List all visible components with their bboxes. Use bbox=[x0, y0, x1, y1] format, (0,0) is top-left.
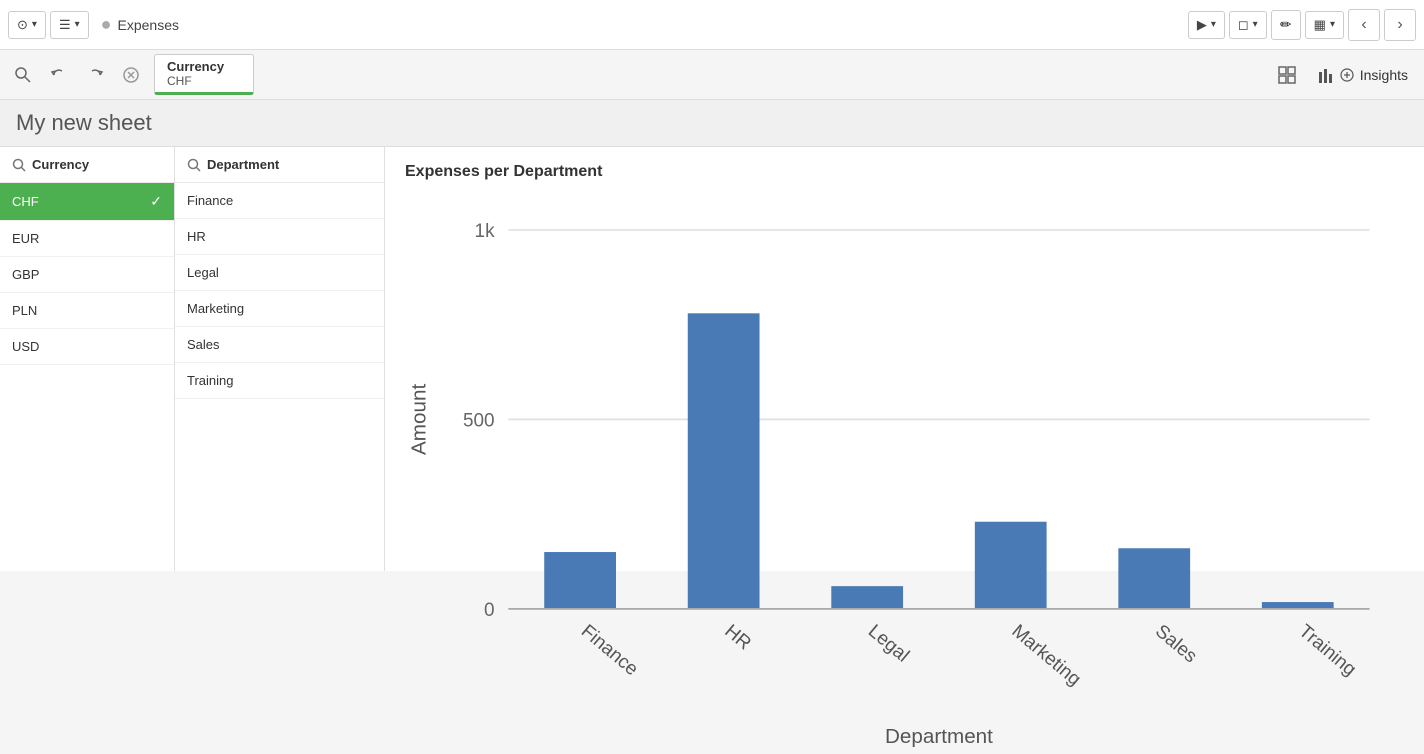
currency-list: CHF ✓ EUR GBP PLN USD bbox=[0, 183, 174, 365]
present-icon: ▶ bbox=[1197, 17, 1207, 33]
filter-bar: Currency CHF Insights bbox=[0, 50, 1424, 100]
department-list-item[interactable]: Finance bbox=[175, 183, 384, 219]
currency-value: EUR bbox=[12, 231, 39, 246]
app-title: Expenses bbox=[118, 17, 179, 33]
currency-list-item[interactable]: PLN bbox=[0, 293, 174, 329]
department-value: Finance bbox=[187, 193, 233, 208]
svg-text:Marketing: Marketing bbox=[1008, 621, 1085, 691]
dropdown-arrow: ▾ bbox=[1211, 19, 1216, 30]
department-list-item[interactable]: HR bbox=[175, 219, 384, 255]
filter-bar-right: Insights bbox=[1272, 60, 1416, 90]
svg-text:Department: Department bbox=[885, 725, 993, 748]
main-content: Currency CHF ✓ EUR GBP PLN USD Department Fin… bbox=[0, 147, 1424, 571]
dropdown-arrow: ▾ bbox=[1253, 19, 1258, 30]
svg-text:HR: HR bbox=[720, 621, 754, 655]
globe-dropdown-btn[interactable]: ⊙ ▾ bbox=[8, 11, 46, 39]
search-icon bbox=[187, 158, 201, 172]
filter-redo-icon[interactable] bbox=[80, 60, 110, 90]
currency-list-item[interactable]: GBP bbox=[0, 257, 174, 293]
chart-area: Expenses per Department 05001kAmountFina… bbox=[385, 147, 1424, 571]
dropdown-arrow: ▾ bbox=[1330, 19, 1335, 30]
department-panel-header: Department bbox=[175, 147, 384, 183]
filter-chip-label: Currency bbox=[167, 59, 241, 74]
currency-panel-title: Currency bbox=[32, 157, 89, 172]
nav-prev-btn[interactable]: ‹ bbox=[1348, 9, 1380, 41]
filter-undo-icon[interactable] bbox=[44, 60, 74, 90]
svg-text:Training: Training bbox=[1295, 621, 1360, 681]
currency-value: GBP bbox=[12, 267, 39, 282]
filter-clear-icon[interactable] bbox=[116, 60, 146, 90]
app-dot-icon: ● bbox=[101, 14, 112, 35]
pencil-icon: ✏ bbox=[1280, 17, 1291, 33]
prev-icon: ‹ bbox=[1361, 16, 1366, 34]
insights-label: Insights bbox=[1360, 67, 1408, 83]
chart-icon: ▦ bbox=[1314, 17, 1326, 33]
check-icon: ✓ bbox=[150, 193, 162, 210]
filter-tools bbox=[8, 60, 146, 90]
list-icon: ☰ bbox=[59, 17, 71, 33]
insights-btn[interactable]: Insights bbox=[1310, 62, 1416, 88]
app-name-area: ● Expenses bbox=[101, 14, 179, 35]
filter-search-icon[interactable] bbox=[8, 60, 38, 90]
currency-list-item[interactable]: CHF ✓ bbox=[0, 183, 174, 221]
currency-panel-header: Currency bbox=[0, 147, 174, 183]
toolbar-right: ▶ ▾ ◻ ▾ ✏ ▦ ▾ ‹ › bbox=[1188, 9, 1416, 41]
svg-text:Finance: Finance bbox=[577, 621, 642, 680]
globe-icon: ⊙ bbox=[17, 17, 28, 33]
department-panel-title: Department bbox=[207, 157, 279, 172]
svg-text:Legal: Legal bbox=[864, 621, 913, 667]
filter-chip-value: CHF bbox=[167, 74, 241, 88]
currency-list-item[interactable]: USD bbox=[0, 329, 174, 365]
department-list-item[interactable]: Marketing bbox=[175, 291, 384, 327]
edit-btn[interactable]: ✏ bbox=[1271, 10, 1301, 40]
top-toolbar: ⊙ ▾ ☰ ▾ ● Expenses ▶ ▾ ◻ ▾ ✏ ▦ ▾ ‹ bbox=[0, 0, 1424, 50]
department-value: Sales bbox=[187, 337, 220, 352]
search-icon bbox=[12, 158, 26, 172]
selection-icon[interactable] bbox=[1272, 60, 1302, 90]
currency-value: CHF bbox=[12, 194, 39, 209]
currency-filter-chip[interactable]: Currency CHF bbox=[154, 54, 254, 95]
department-value: Marketing bbox=[187, 301, 244, 316]
department-panel: Department Finance HR Legal Marketing Sales T… bbox=[175, 147, 385, 571]
department-list-item[interactable]: Training bbox=[175, 363, 384, 399]
currency-panel: Currency CHF ✓ EUR GBP PLN USD bbox=[0, 147, 175, 571]
currency-list-item[interactable]: EUR bbox=[0, 221, 174, 257]
department-value: HR bbox=[187, 229, 206, 244]
currency-value: USD bbox=[12, 339, 39, 354]
dropdown-arrow: ▾ bbox=[75, 19, 80, 30]
department-list-item[interactable]: Legal bbox=[175, 255, 384, 291]
bookmark-icon: ◻ bbox=[1238, 17, 1249, 33]
svg-text:1k: 1k bbox=[475, 221, 496, 242]
bookmark-dropdown-btn[interactable]: ◻ ▾ bbox=[1229, 11, 1267, 39]
present-dropdown-btn[interactable]: ▶ ▾ bbox=[1188, 11, 1225, 39]
department-list-item[interactable]: Sales bbox=[175, 327, 384, 363]
next-icon: › bbox=[1397, 16, 1402, 34]
toolbar-left: ⊙ ▾ ☰ ▾ ● Expenses bbox=[8, 11, 1188, 39]
department-list: Finance HR Legal Marketing Sales Training bbox=[175, 183, 384, 399]
svg-text:500: 500 bbox=[463, 410, 495, 431]
nav-next-btn[interactable]: › bbox=[1384, 9, 1416, 41]
chart-title: Expenses per Department bbox=[405, 163, 1404, 181]
list-dropdown-btn[interactable]: ☰ ▾ bbox=[50, 11, 89, 39]
svg-text:0: 0 bbox=[484, 600, 495, 621]
dropdown-arrow: ▾ bbox=[32, 19, 37, 30]
department-value: Training bbox=[187, 373, 233, 388]
chart-container: 0 500 1k Amount Finance HR Legal Marketing Sales… bbox=[405, 193, 1404, 749]
currency-value: PLN bbox=[12, 303, 37, 318]
department-value: Legal bbox=[187, 265, 219, 280]
sheet-title-bar: My new sheet bbox=[0, 100, 1424, 147]
chart-dropdown-btn[interactable]: ▦ ▾ bbox=[1305, 11, 1344, 39]
svg-text:Amount: Amount bbox=[408, 384, 431, 455]
svg-text:Sales: Sales bbox=[1151, 621, 1201, 668]
sheet-title: My new sheet bbox=[16, 110, 152, 135]
